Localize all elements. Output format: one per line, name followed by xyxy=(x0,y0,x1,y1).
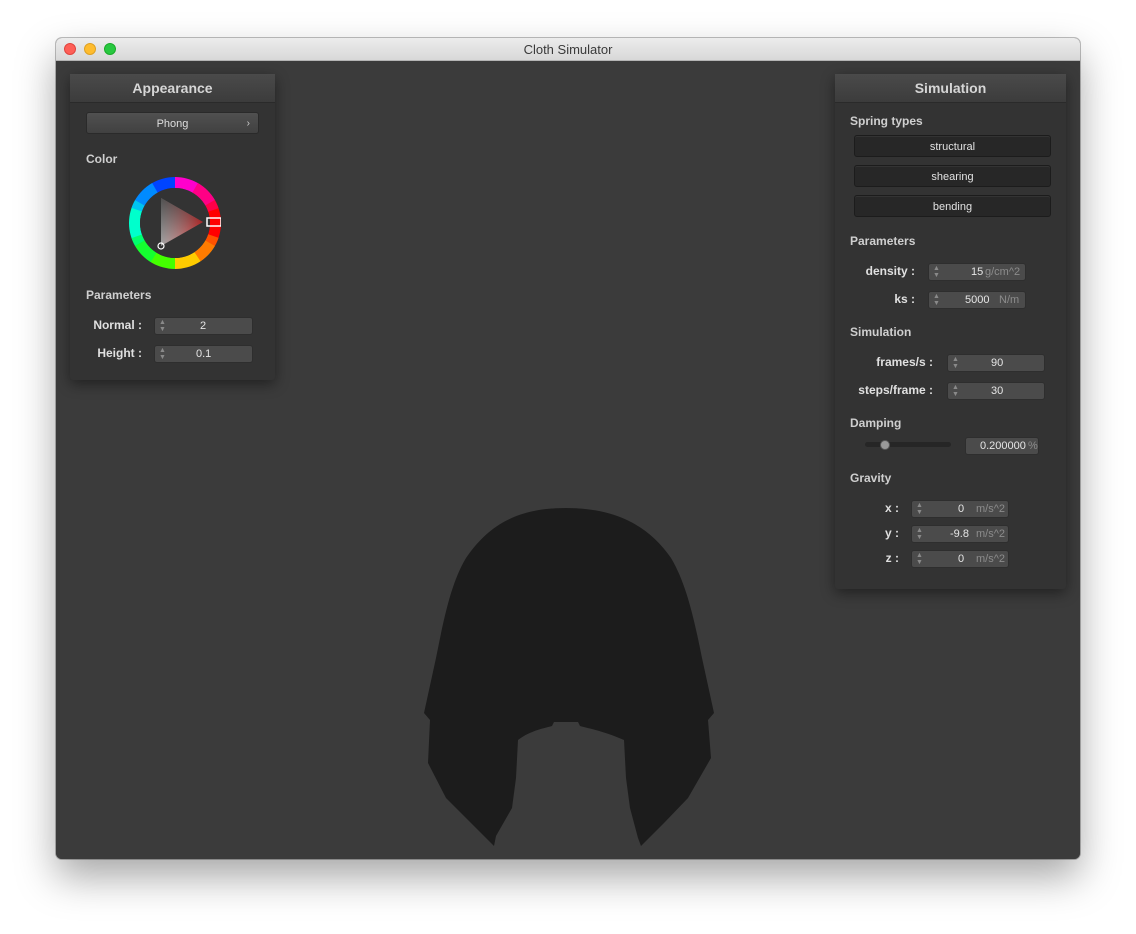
shearing-toggle[interactable]: shearing xyxy=(854,165,1051,187)
ks-input[interactable]: ▲ ▼ 5000 N/m xyxy=(928,291,1026,309)
steps-input[interactable]: ▲ ▼ 30 xyxy=(947,382,1045,400)
appearance-header: Appearance xyxy=(70,74,275,103)
gravity-x-label: x : xyxy=(884,501,899,515)
damping-value: 0.200000 xyxy=(980,440,1026,452)
density-label: density : xyxy=(865,264,915,278)
app-window: Cloth Simulator Appearance Phong › Color xyxy=(56,38,1080,859)
color-wheel[interactable] xyxy=(129,177,221,269)
fps-input[interactable]: ▲ ▼ 90 xyxy=(947,354,1045,372)
damping-slider[interactable] xyxy=(865,442,951,447)
density-unit: g/cm^2 xyxy=(985,266,1021,278)
gravity-x-value: 0 xyxy=(958,503,965,515)
shader-value: Phong xyxy=(156,118,189,130)
gravity-y-label: y : xyxy=(884,526,899,540)
gravity-x-unit: m/s^2 xyxy=(976,503,1005,515)
gravity-x-input[interactable]: ▲ ▼ 0 m/s^2 xyxy=(911,500,1009,518)
bending-toggle[interactable]: bending xyxy=(854,195,1051,217)
simulation-panel: Simulation Spring types structural shear… xyxy=(835,74,1066,589)
damping-unit: % xyxy=(1028,440,1038,452)
window-title: Cloth Simulator xyxy=(523,42,613,57)
normal-input[interactable]: ▲ ▼ 2 xyxy=(154,317,253,335)
render-viewport[interactable]: Appearance Phong › Color Parameters Norm… xyxy=(56,61,1080,859)
appearance-params-label: Parameters xyxy=(86,288,152,302)
damping-slider-knob[interactable] xyxy=(880,440,891,450)
ks-value: 5000 xyxy=(965,294,990,306)
structural-toggle[interactable]: structural xyxy=(854,135,1051,157)
density-value: 15 xyxy=(971,266,984,278)
shader-dropdown[interactable]: Phong › xyxy=(86,112,259,134)
sim-params-label: Parameters xyxy=(850,234,916,248)
ks-unit: N/m xyxy=(999,294,1020,306)
density-input[interactable]: ▲ ▼ 15 g/cm^2 xyxy=(928,263,1026,281)
stepper-icon[interactable]: ▲ ▼ xyxy=(916,502,923,516)
gravity-z-label: z : xyxy=(885,551,899,565)
appearance-panel: Appearance Phong › Color Parameters Norm… xyxy=(70,74,275,380)
simulation-header: Simulation xyxy=(835,74,1066,103)
normal-label: Normal : xyxy=(93,318,142,332)
stepper-icon[interactable]: ▲ ▼ xyxy=(159,347,166,361)
ks-label: ks : xyxy=(894,292,915,306)
height-label: Height : xyxy=(97,346,142,360)
stepper-icon[interactable]: ▲ ▼ xyxy=(952,356,959,370)
cloth-mesh xyxy=(424,508,714,846)
stepper-icon[interactable]: ▲ ▼ xyxy=(933,293,940,307)
fps-label: frames/s : xyxy=(876,355,933,369)
steps-value: 30 xyxy=(991,385,1004,397)
height-value: 0.1 xyxy=(196,348,212,360)
gravity-label: Gravity xyxy=(850,471,892,485)
stepper-icon[interactable]: ▲ ▼ xyxy=(933,265,940,279)
gravity-y-input[interactable]: ▲ ▼ -9.8 m/s^2 xyxy=(911,525,1009,543)
gravity-y-unit: m/s^2 xyxy=(976,528,1005,540)
gravity-z-unit: m/s^2 xyxy=(976,553,1005,565)
height-input[interactable]: ▲ ▼ 0.1 xyxy=(154,345,253,363)
fps-value: 90 xyxy=(991,357,1004,369)
spring-types-label: Spring types xyxy=(850,114,923,128)
damping-label: Damping xyxy=(850,416,902,430)
gravity-z-value: 0 xyxy=(958,553,965,565)
gravity-z-input[interactable]: ▲ ▼ 0 m/s^2 xyxy=(911,550,1009,568)
color-label: Color xyxy=(86,152,118,166)
damping-input[interactable]: 0.200000 % xyxy=(965,437,1039,455)
simulation-section-label: Simulation xyxy=(850,325,912,339)
gravity-y-value: -9.8 xyxy=(950,528,969,540)
stepper-icon[interactable]: ▲ ▼ xyxy=(159,319,166,333)
stepper-icon[interactable]: ▲ ▼ xyxy=(916,552,923,566)
normal-value: 2 xyxy=(200,320,207,332)
stepper-icon[interactable]: ▲ ▼ xyxy=(916,527,923,541)
steps-label: steps/frame : xyxy=(858,383,933,397)
chevron-right-icon: › xyxy=(246,118,250,129)
stepper-icon[interactable]: ▲ ▼ xyxy=(952,384,959,398)
title-bar: Cloth Simulator xyxy=(56,38,1080,61)
